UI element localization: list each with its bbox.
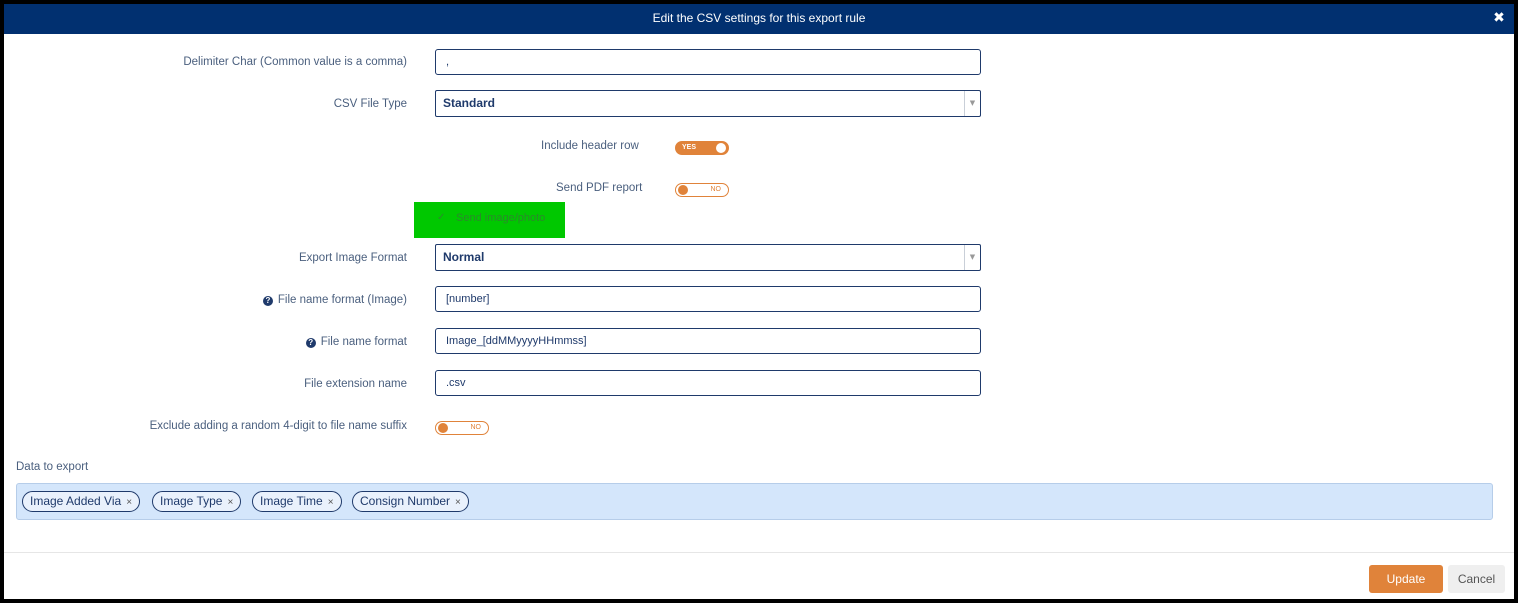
csv-file-type-label: CSV File Type — [333, 98, 407, 110]
tag-image-added-via: Image Added Via × — [22, 491, 141, 512]
include-header-row-toggle[interactable]: YES — [675, 141, 729, 155]
check-icon: ✓ — [437, 212, 446, 223]
footer-divider — [4, 552, 1514, 553]
include-header-row-label: Include header row — [541, 140, 639, 152]
dialog-title: Edit the CSV settings for this export ru… — [652, 11, 866, 25]
send-pdf-report-label: Send PDF report — [556, 182, 643, 194]
data-to-export-label: Data to export — [16, 461, 89, 473]
remove-tag-icon[interactable]: × — [328, 497, 334, 508]
help-icon[interactable]: ? — [305, 338, 316, 348]
csv-file-type-select[interactable]: Standard ▼ — [435, 90, 981, 117]
tag-label: Image Type — [160, 494, 223, 508]
dropdown-arrow-icon[interactable]: ▼ — [964, 91, 980, 116]
remove-tag-icon[interactable]: × — [455, 497, 461, 508]
toggle-state-text: NO — [710, 186, 722, 193]
tag-label: Image Added Via — [30, 494, 122, 508]
file-name-format-image-input[interactable]: [number] — [435, 286, 981, 312]
file-extension-name-label: File extension name — [304, 378, 407, 390]
remove-tag-icon[interactable]: × — [227, 497, 233, 508]
file-name-format-image-text: File name format (Image) — [277, 294, 407, 306]
delimiter-label: Delimiter Char (Common value is a comma) — [183, 56, 407, 68]
delimiter-input[interactable]: , — [435, 49, 981, 75]
help-icon[interactable]: ? — [262, 296, 273, 306]
tag-image-time: Image Time × — [252, 491, 342, 512]
file-name-format-input[interactable]: Image_[ddMMyyyyHHmmss] — [435, 328, 981, 354]
file-name-format-label: ? File name format — [305, 336, 407, 348]
toggle-knob — [438, 423, 448, 433]
close-icon[interactable]: ✖ — [1492, 10, 1506, 26]
cancel-button[interactable]: Cancel — [1448, 565, 1505, 593]
send-pdf-report-toggle[interactable]: NO — [675, 183, 729, 197]
exclude-random-suffix-toggle[interactable]: NO — [435, 421, 489, 435]
tag-label: Image Time — [260, 494, 323, 508]
toggle-state-text: YES — [682, 144, 697, 151]
send-image-photo-checkbox[interactable]: ✓ Send image/photo — [414, 202, 565, 238]
toggle-state-text: NO — [470, 424, 482, 431]
toggle-knob — [716, 143, 726, 153]
export-image-format-select[interactable]: Normal ▼ — [435, 244, 981, 271]
dropdown-arrow-icon[interactable]: ▼ — [964, 245, 980, 270]
csv-file-type-value: Standard — [443, 96, 496, 110]
toggle-knob — [678, 185, 688, 195]
exclude-random-suffix-label: Exclude adding a random 4-digit to file … — [149, 420, 407, 432]
update-button[interactable]: Update — [1369, 565, 1443, 593]
tag-consign-number: Consign Number × — [352, 491, 469, 512]
file-name-format-text: File name format — [320, 336, 407, 348]
csv-settings-dialog: Edit the CSV settings for this export ru… — [4, 4, 1514, 599]
remove-tag-icon[interactable]: × — [126, 497, 132, 508]
export-image-format-label: Export Image Format — [298, 252, 407, 264]
data-to-export-tags[interactable]: Image Added Via × Image Type × Image Time ×… — [16, 483, 1493, 520]
dialog-header: Edit the CSV settings for this export ru… — [4, 4, 1514, 34]
export-image-format-value: Normal — [443, 250, 485, 264]
tag-label: Consign Number — [360, 494, 451, 508]
tag-image-type: Image Type × — [152, 491, 242, 512]
send-image-photo-label: Send image/photo — [456, 212, 546, 224]
file-name-format-image-label: ? File name format (Image) — [262, 294, 407, 306]
file-extension-name-input[interactable]: .csv — [435, 370, 981, 396]
